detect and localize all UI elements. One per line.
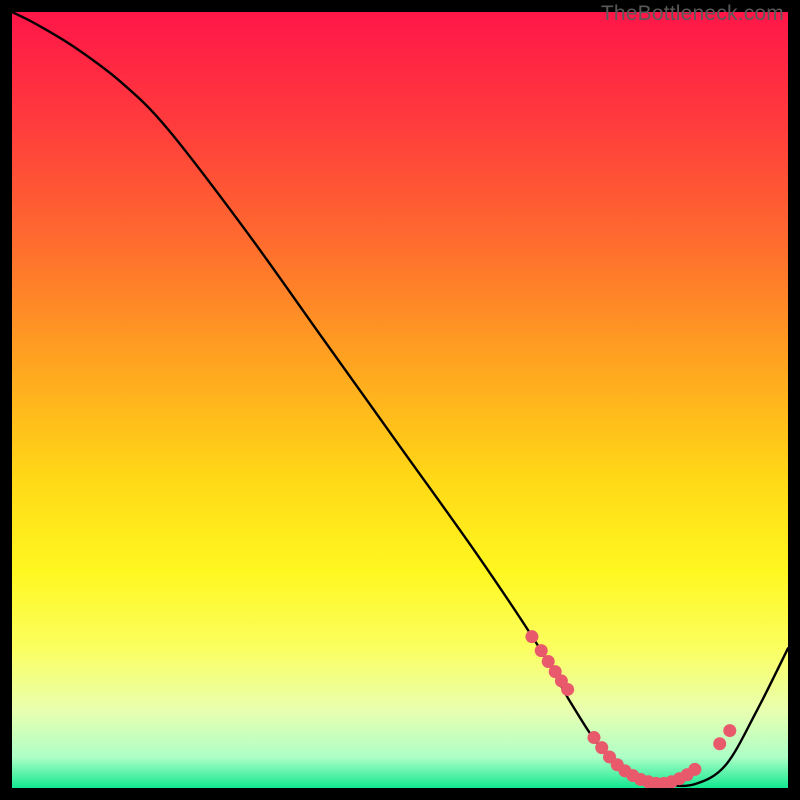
marker-dot — [713, 737, 726, 750]
watermark-text: TheBottleneck.com — [601, 2, 784, 26]
marker-dot — [688, 763, 701, 776]
chart-svg — [12, 12, 788, 788]
gradient-background — [12, 12, 788, 788]
marker-dot — [561, 683, 574, 696]
marker-dot — [723, 724, 736, 737]
marker-dot — [525, 630, 538, 643]
marker-dot — [535, 644, 548, 657]
